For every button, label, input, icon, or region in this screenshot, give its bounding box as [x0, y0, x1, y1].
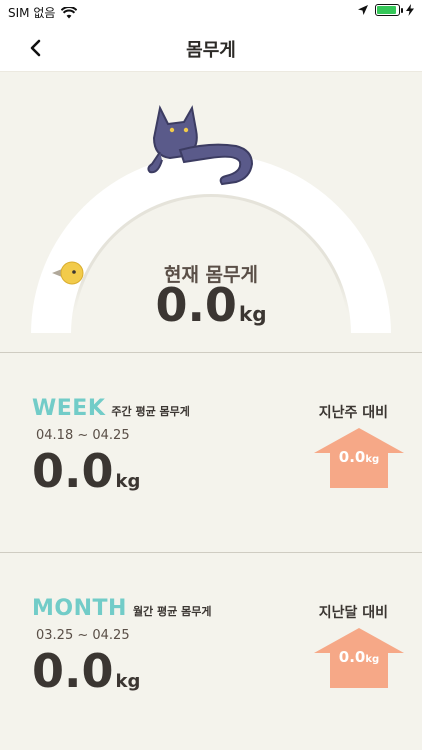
weekly-compare-label: 지난주 대비	[318, 405, 388, 421]
status-bar: SIM 없음	[0, 0, 422, 24]
battery-icon	[375, 4, 403, 16]
current-weight-gauge: 현재 몸무게 0.0 kg	[0, 72, 422, 352]
current-weight-value: 0.0 kg	[0, 280, 422, 331]
weekly-compare-unit: kg	[365, 454, 380, 465]
monthly-average-value: 0.0 kg	[32, 646, 140, 697]
monthly-compare-unit: kg	[365, 654, 380, 665]
location-arrow-icon	[358, 5, 368, 15]
monthly-period-label: MONTH	[32, 596, 127, 621]
current-weight-unit: kg	[238, 302, 267, 326]
weekly-compare-value: 0.0kg	[314, 448, 404, 466]
monthly-date-range: 03.25 ~ 04.25	[36, 628, 130, 643]
monthly-compare-label: 지난달 대비	[318, 605, 388, 621]
charging-bolt-icon	[406, 4, 414, 16]
cat-illustration	[147, 104, 254, 186]
weekly-value-unit: kg	[115, 471, 141, 492]
weekly-compare-number: 0.0	[338, 448, 366, 466]
weekly-average-value: 0.0 kg	[32, 446, 140, 497]
current-weight-number: 0.0	[155, 278, 237, 332]
monthly-compare-number: 0.0	[338, 648, 366, 666]
weekly-date-range: 04.18 ~ 04.25	[36, 428, 130, 443]
weekly-subtitle: 주간 평균 몸무게	[111, 405, 190, 418]
weekly-card: WEEK 주간 평균 몸무게 04.18 ~ 04.25 0.0 kg 지난주 대…	[0, 352, 422, 532]
monthly-card: MONTH 월간 평균 몸무게 03.25 ~ 04.25 0.0 kg 지난달 …	[0, 552, 422, 732]
navigation-bar: 몸무게	[0, 24, 422, 72]
monthly-value-unit: kg	[115, 671, 141, 692]
page-title: 몸무게	[186, 40, 236, 61]
carrier-text: SIM 없음	[8, 6, 56, 20]
monthly-subtitle: 월간 평균 몸무게	[132, 605, 212, 618]
monthly-compare-value: 0.0kg	[314, 648, 404, 666]
weekly-period-label: WEEK	[32, 396, 106, 421]
wifi-icon	[61, 6, 78, 18]
weekly-value-number: 0.0	[32, 444, 114, 498]
monthly-value-number: 0.0	[32, 644, 114, 698]
